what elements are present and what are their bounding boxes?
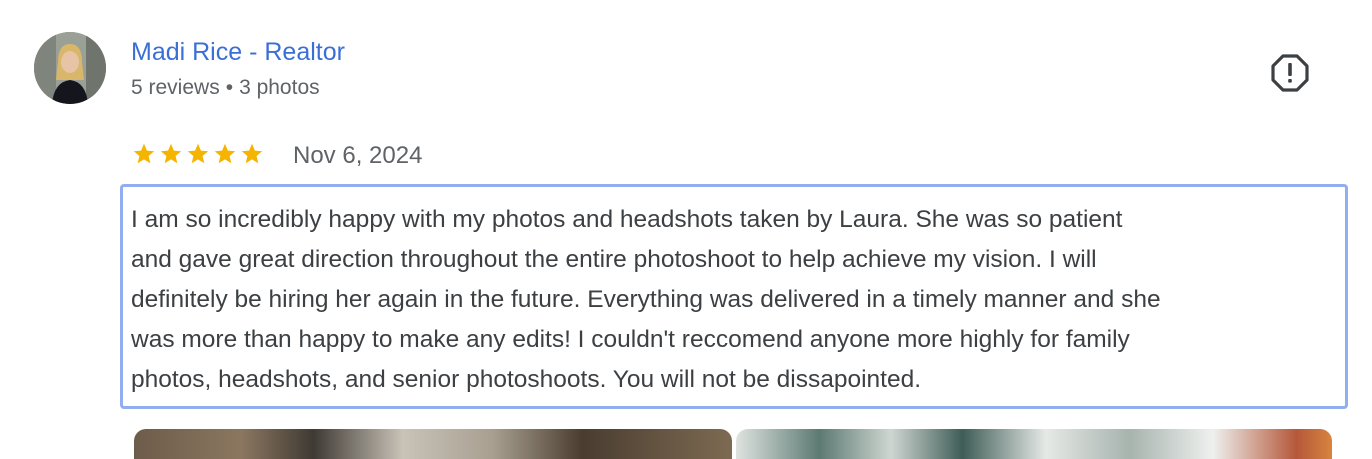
review-date: Nov 6, 2024 bbox=[293, 142, 423, 169]
report-review-button[interactable] bbox=[1270, 53, 1310, 93]
meta-separator: • bbox=[225, 76, 234, 99]
review-text[interactable]: I am so incredibly happy with my photos … bbox=[120, 184, 1348, 409]
review-photo-strip bbox=[134, 429, 1332, 459]
avatar-image bbox=[34, 32, 106, 104]
star-icon bbox=[214, 143, 236, 164]
author-name-link[interactable]: Madi Rice - Realtor bbox=[131, 37, 345, 67]
author-photos-count: 3 photos bbox=[239, 76, 320, 99]
author-reviews-count: 5 reviews bbox=[131, 76, 220, 99]
star-icon bbox=[241, 143, 263, 164]
star-icon bbox=[133, 143, 155, 164]
review-photo[interactable] bbox=[736, 429, 1332, 459]
star-icon bbox=[187, 143, 209, 164]
star-icon bbox=[160, 143, 182, 164]
report-octagon-icon bbox=[1271, 54, 1309, 92]
avatar[interactable] bbox=[34, 32, 106, 104]
author-meta: 5 reviews • 3 photos bbox=[131, 75, 320, 101]
review-photo[interactable] bbox=[134, 429, 732, 459]
rating-stars bbox=[132, 142, 264, 166]
